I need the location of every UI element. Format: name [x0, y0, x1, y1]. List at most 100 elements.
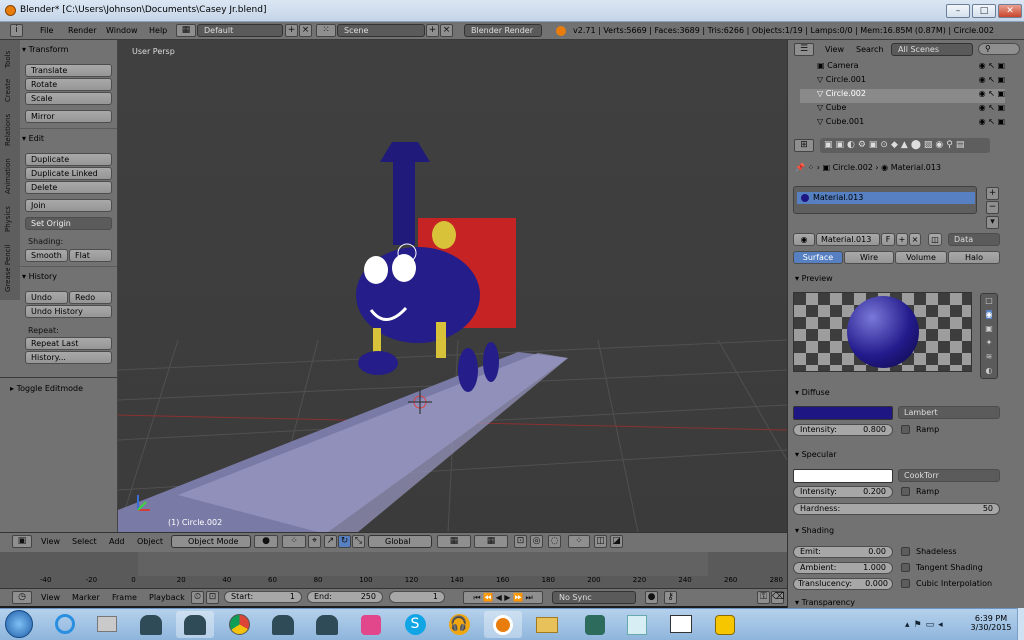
tab-animation[interactable]: Animation — [4, 158, 12, 194]
taskbar-clock[interactable]: 6:39 PM 3/30/2015 — [965, 614, 1017, 632]
menu-add[interactable]: Add — [109, 537, 125, 546]
browse-material-icon[interactable]: ◉ — [793, 233, 815, 246]
maximize-button[interactable]: □ — [972, 4, 996, 18]
tab-surface[interactable]: Surface — [793, 251, 843, 264]
fake-user-button[interactable]: F — [881, 233, 895, 246]
tab-grease-pencil[interactable]: Grease Pencil — [4, 245, 12, 292]
skype-icon[interactable]: S — [396, 611, 434, 638]
outliner-item[interactable]: ▽ Cube.001 ◉ ↖ ▣ — [800, 117, 1005, 131]
blender-taskbar-icon[interactable] — [484, 611, 522, 638]
specular-intensity-field[interactable]: Intensity: 0.200 — [793, 486, 893, 498]
editor-type-icon[interactable]: ▣ — [12, 535, 32, 548]
tab-physics[interactable]: Physics — [4, 206, 12, 232]
shading-panel-header[interactable]: ▾ Shading — [795, 526, 834, 535]
translucency-field[interactable]: Translucency: 0.000 — [793, 578, 893, 590]
bus-icon[interactable] — [706, 611, 744, 638]
delete-layout-button[interactable]: × — [299, 24, 312, 37]
flat-button[interactable]: Flat — [69, 249, 112, 262]
delete-keyframe-icon[interactable]: ⌫ — [771, 591, 785, 604]
system-tray-icons[interactable]: ▴⚑▭◂ — [905, 620, 947, 630]
add-layout-button[interactable]: + — [285, 24, 298, 37]
menu-view[interactable]: View — [41, 537, 60, 546]
duplicate-button[interactable]: Duplicate — [25, 153, 112, 166]
outliner-item[interactable]: ▽ Circle.001 ◉ ↖ ▣ — [800, 75, 1005, 89]
keying-set-icon[interactable]: ⚷ — [664, 591, 677, 604]
tab-wire[interactable]: Wire — [844, 251, 894, 264]
lock-time-icon[interactable]: ⊡ — [206, 591, 219, 604]
unlink-material-button[interactable]: × — [909, 233, 921, 246]
timeline[interactable] — [0, 552, 787, 588]
insert-keyframe-icon[interactable]: ⚿ — [757, 591, 770, 604]
menu-file[interactable]: File — [40, 26, 53, 35]
current-frame-field[interactable]: 1 — [389, 591, 445, 603]
menu-search[interactable]: Search — [856, 45, 883, 54]
rotate-button[interactable]: Rotate — [25, 78, 112, 91]
duplicate-linked-button[interactable]: Duplicate Linked — [25, 167, 112, 180]
material-name-field[interactable]: Material.013 — [816, 233, 880, 246]
headphones-icon[interactable]: 🎧 — [440, 611, 478, 638]
menu-view[interactable]: View — [825, 45, 844, 54]
edit-panel-header[interactable]: ▾ Edit — [22, 134, 44, 143]
menu-select[interactable]: Select — [72, 537, 97, 546]
outliner-item[interactable]: ▽ Cube ◉ ↖ ▣ — [800, 103, 1005, 117]
sync-selector[interactable]: No Sync — [552, 591, 636, 604]
editor-type-icon[interactable]: i — [10, 24, 23, 37]
visibility-icon[interactable]: ◉ ↖ ▣ — [979, 75, 1005, 84]
delete-scene-button[interactable]: × — [440, 24, 453, 37]
mode-selector[interactable]: Object Mode — [171, 535, 251, 548]
notes-icon[interactable] — [618, 611, 656, 638]
editor-type-icon[interactable]: ⊞ — [794, 139, 814, 152]
layout-icon[interactable]: ▦ — [176, 24, 196, 37]
history-list-button[interactable]: History... — [25, 351, 112, 364]
set-origin-dropdown[interactable]: Set Origin — [25, 217, 112, 230]
breadcrumb-material[interactable]: Material.013 — [891, 163, 941, 172]
outliner-search-input[interactable]: ⚲ — [978, 43, 1020, 55]
menu-view[interactable]: View — [41, 593, 60, 602]
hardness-field[interactable]: Hardness: 50 — [793, 503, 1000, 515]
internet-explorer-icon[interactable] — [46, 611, 84, 638]
link-data-selector[interactable]: Data — [948, 233, 1000, 246]
cubic-interpolation-checkbox[interactable] — [901, 579, 910, 588]
app-icon[interactable] — [264, 611, 302, 638]
scene-icon[interactable]: ⁙ — [316, 24, 336, 37]
scene-selector[interactable]: Scene — [337, 24, 425, 37]
transparency-panel-header[interactable]: ▾ Transparency — [795, 599, 855, 607]
transform-panel-header[interactable]: ▾ Transform — [22, 45, 68, 54]
tab-volume[interactable]: Volume — [895, 251, 947, 264]
visibility-icon[interactable]: ◉ ↖ ▣ — [979, 89, 1005, 98]
redo-button[interactable]: Redo — [69, 291, 112, 304]
orientation-selector[interactable]: Global — [368, 535, 432, 548]
tab-halo[interactable]: Halo — [948, 251, 1000, 264]
add-scene-button[interactable]: + — [426, 24, 439, 37]
add-slot-button[interactable]: + — [986, 187, 999, 200]
preview-range-icon[interactable]: ⏲ — [191, 591, 204, 604]
chrome-icon[interactable] — [220, 611, 258, 638]
record-icon[interactable]: ● — [645, 591, 658, 604]
start-button[interactable] — [5, 610, 33, 638]
visibility-icon[interactable]: ◉ ↖ ▣ — [979, 117, 1005, 126]
menu-frame[interactable]: Frame — [112, 593, 137, 602]
emit-field[interactable]: Emit: 0.00 — [793, 546, 893, 558]
visibility-icon[interactable]: ◉ ↖ ▣ — [979, 61, 1005, 70]
tab-tools[interactable]: Tools — [4, 51, 12, 68]
lock-icon[interactable]: ⊡ — [514, 535, 527, 548]
breadcrumb-object[interactable]: Circle.002 — [833, 163, 873, 172]
playback-controls-icon[interactable]: ⏮ ⏪ ◀ ▶ ⏩ ⏭ — [463, 591, 543, 604]
outliner-item[interactable]: ▣ Camera ◉ ↖ ▣ — [800, 61, 1005, 75]
app-icon[interactable] — [308, 611, 346, 638]
menu-object[interactable]: Object — [137, 537, 163, 546]
proportional-icon[interactable]: ◎ — [530, 535, 543, 548]
remove-slot-button[interactable]: − — [986, 201, 999, 214]
tab-relations[interactable]: Relations — [4, 114, 12, 146]
undo-history-button[interactable]: Undo History — [25, 305, 112, 318]
editor-type-icon[interactable]: ☰ — [794, 43, 814, 56]
scale-button[interactable]: Scale — [25, 92, 112, 105]
diffuse-shader-selector[interactable]: Lambert — [898, 406, 1000, 419]
smooth-button[interactable]: Smooth — [25, 249, 68, 262]
outliner-item-selected[interactable]: ▽ Circle.002 ◉ ↖ ▣ — [800, 89, 1005, 103]
end-frame-field[interactable]: End: 250 — [307, 591, 383, 603]
menu-render[interactable]: Render — [68, 26, 96, 35]
show-desktop-button[interactable] — [1017, 608, 1024, 640]
slot-menu-button[interactable]: ▾ — [986, 216, 999, 229]
specular-shader-selector[interactable]: CookTorr — [898, 469, 1000, 482]
